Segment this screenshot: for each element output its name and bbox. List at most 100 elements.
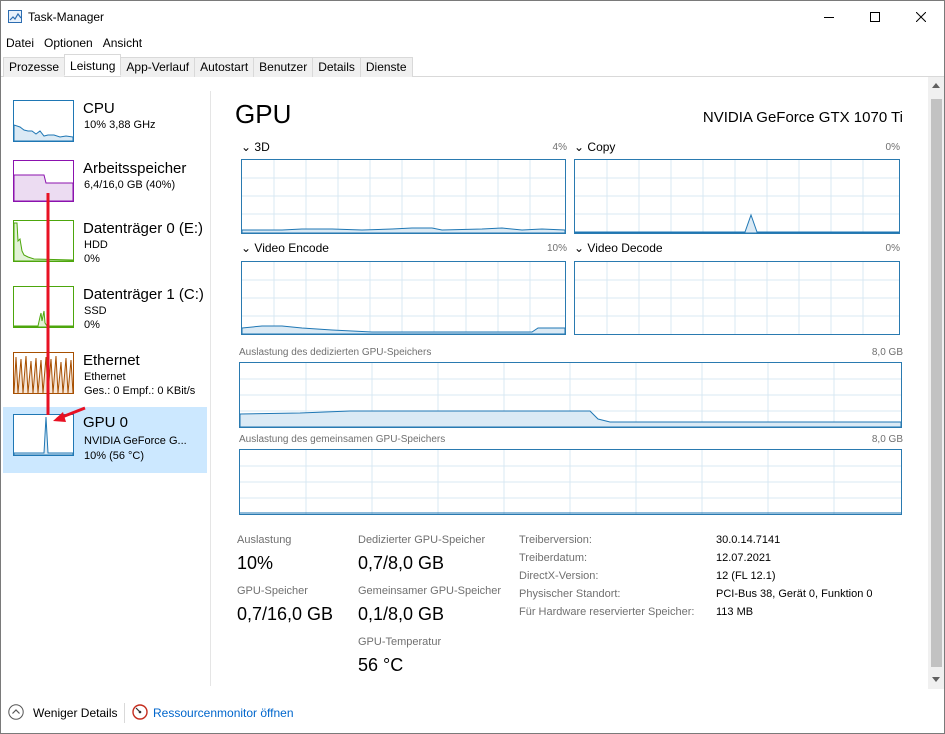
title-bar[interactable]: Task-Manager: [1, 1, 944, 33]
info-key: Physischer Standort:: [519, 588, 621, 600]
maximize-icon: [870, 12, 880, 22]
minimize-icon: [824, 17, 834, 18]
menu-ansicht[interactable]: Ansicht: [98, 34, 147, 52]
sidebar-item-arbeitsspeicher[interactable]: Arbeitsspeicher 6,4/16,0 GB (40%): [3, 153, 207, 219]
window-title: Task-Manager: [28, 10, 105, 24]
info-key: Treiberdatum:: [519, 552, 588, 564]
resource-monitor-link[interactable]: Ressourcenmonitor öffnen: [153, 706, 294, 720]
vertical-scrollbar[interactable]: [928, 77, 944, 689]
gpu-detail-panel: GPU NVIDIA GeForce GTX 1070 Ti ⌄ 3D 4% ⌄…: [213, 91, 928, 686]
sidebar-item-gpu-0[interactable]: GPU 0 NVIDIA GeForce G... 10% (56 °C): [3, 407, 207, 473]
sidebar-item-detail: Ethernet: [84, 371, 126, 383]
dedicated-memory-graph: [239, 362, 902, 428]
menu-bar: Datei Optionen Ansicht: [1, 34, 147, 52]
close-icon: [916, 12, 926, 22]
sidebar-item-label: Ethernet: [83, 352, 140, 369]
sidebar-item-detail: 6,4/16,0 GB (40%): [84, 179, 176, 191]
scroll-down-icon[interactable]: [932, 677, 940, 682]
engine-percent: 0%: [885, 243, 900, 254]
info-value: 12 (FL 12.1): [716, 570, 776, 582]
info-key: DirectX-Version:: [519, 570, 599, 582]
stat-gemeinsam-value: 0,1/8,0 GB: [358, 604, 445, 624]
sidebar-item-detail: SSD: [84, 305, 107, 317]
tab-app-verlauf[interactable]: App-Verlauf: [120, 57, 196, 77]
sidebar-item-label: Arbeitsspeicher: [83, 160, 187, 177]
info-value: 113 MB: [716, 606, 754, 618]
sidebar-item-label: Datenträger 0 (E:): [83, 220, 204, 237]
chevron-down-icon: ⌄: [241, 140, 252, 154]
cpu-thumbnail-graph: [13, 100, 74, 142]
sidebar-item-datentraeger-0[interactable]: Datenträger 0 (E:) HDD 0%: [3, 213, 207, 279]
engine-label: Video Decode: [587, 241, 663, 255]
maximize-button[interactable]: [852, 1, 898, 33]
info-value: PCI-Bus 38, Gerät 0, Funktion 0: [716, 588, 873, 600]
engine-video-decode-selector[interactable]: ⌄ Video Decode: [574, 241, 663, 255]
tab-leistung[interactable]: Leistung: [64, 54, 122, 76]
stat-temperatur-value: 56 °C: [358, 655, 404, 675]
stat-temperatur-label: GPU-Temperatur: [358, 636, 442, 648]
engine-video-encode-selector[interactable]: ⌄ Video Encode: [241, 241, 329, 255]
sidebar-item-detail: HDD: [84, 239, 108, 251]
engine-video-decode-graph: [574, 261, 900, 335]
chevron-down-icon: ⌄: [574, 140, 585, 154]
chevron-up-circle-icon[interactable]: [8, 704, 24, 720]
menu-datei[interactable]: Datei: [1, 34, 39, 52]
disk1-thumbnail-graph: [13, 286, 74, 328]
task-manager-app-icon: [8, 10, 22, 23]
sidebar-item-detail: 10% (56 °C): [84, 450, 145, 462]
sidebar-item-cpu[interactable]: CPU 10% 3,88 GHz: [3, 93, 207, 159]
engine-label: Video Encode: [254, 241, 329, 255]
engine-label: Copy: [587, 140, 616, 154]
info-value: 12.07.2021: [716, 552, 772, 564]
stat-gpu-speicher-value: 0,7/16,0 GB: [237, 604, 334, 624]
engine-label: 3D: [254, 140, 270, 154]
info-key: Für Hardware reservierter Speicher:: [519, 606, 695, 618]
sidebar-item-detail: NVIDIA GeForce G...: [84, 435, 187, 447]
chevron-down-icon: ⌄: [574, 241, 585, 255]
tab-dienste[interactable]: Dienste: [359, 57, 413, 77]
sidebar-item-detail: 10% 3,88 GHz: [84, 119, 156, 131]
gpu-thumbnail-graph: [13, 414, 74, 456]
chevron-down-icon: ⌄: [241, 241, 252, 255]
engine-percent: 4%: [552, 142, 567, 153]
stat-dediziert-value: 0,7/8,0 GB: [358, 553, 445, 573]
sidebar-item-label: Datenträger 1 (C:): [83, 286, 204, 303]
engine-video-encode-graph: [241, 261, 566, 335]
tab-benutzer[interactable]: Benutzer: [253, 57, 314, 77]
task-manager-window: Task-Manager Datei Optionen Ansicht Proz…: [0, 0, 945, 734]
dedicated-memory-label: Auslastung des dedizierten GPU-Speichers: [239, 347, 432, 358]
sidebar-item-detail: 0%: [84, 319, 100, 331]
minimize-button[interactable]: [806, 1, 852, 33]
scroll-up-icon[interactable]: [932, 83, 940, 88]
ethernet-thumbnail-graph: [13, 352, 74, 394]
page-title: GPU: [235, 99, 292, 129]
tab-details[interactable]: Details: [312, 57, 361, 77]
stat-gpu-speicher-label: GPU-Speicher: [237, 585, 308, 597]
close-button[interactable]: [898, 1, 944, 33]
sidebar-item-datentraeger-1[interactable]: Datenträger 1 (C:) SSD 0%: [3, 279, 207, 345]
engine-copy-selector[interactable]: ⌄ Copy: [574, 140, 615, 154]
footer-bar: Weniger Details Ressourcenmonitor öffnen: [1, 693, 944, 733]
performance-sidebar: CPU 10% 3,88 GHz Arbeitsspeicher 6,4/16,…: [1, 91, 211, 686]
tab-autostart[interactable]: Autostart: [194, 57, 255, 77]
stat-auslastung-value: 10%: [237, 553, 274, 573]
stat-gemeinsam-label: Gemeinsamer GPU-Speicher: [358, 585, 502, 597]
scrollbar-thumb[interactable]: [931, 99, 942, 667]
engine-3d-selector[interactable]: ⌄ 3D: [241, 140, 270, 154]
less-details-button[interactable]: Weniger Details: [33, 706, 117, 720]
sidebar-item-label: GPU 0: [83, 414, 129, 431]
engine-percent: 10%: [546, 243, 567, 254]
tab-bar: Prozesse Leistung App-Verlauf Autostart …: [1, 53, 944, 77]
info-key: Treiberversion:: [519, 534, 592, 546]
info-value: 30.0.14.7141: [716, 534, 781, 546]
footer-separator: [124, 703, 125, 723]
menu-optionen[interactable]: Optionen: [39, 34, 98, 52]
shared-memory-graph: [239, 449, 902, 515]
shared-memory-max: 8,0 GB: [871, 434, 903, 445]
memory-thumbnail-graph: [13, 160, 74, 202]
tab-prozesse[interactable]: Prozesse: [3, 57, 66, 77]
sidebar-item-ethernet[interactable]: Ethernet Ethernet Ges.: 0 Empf.: 0 KBit/…: [3, 345, 207, 411]
engine-3d-graph: [241, 159, 566, 234]
stat-dediziert-label: Dedizierter GPU-Speicher: [358, 534, 486, 546]
resource-monitor-icon: [132, 704, 148, 720]
